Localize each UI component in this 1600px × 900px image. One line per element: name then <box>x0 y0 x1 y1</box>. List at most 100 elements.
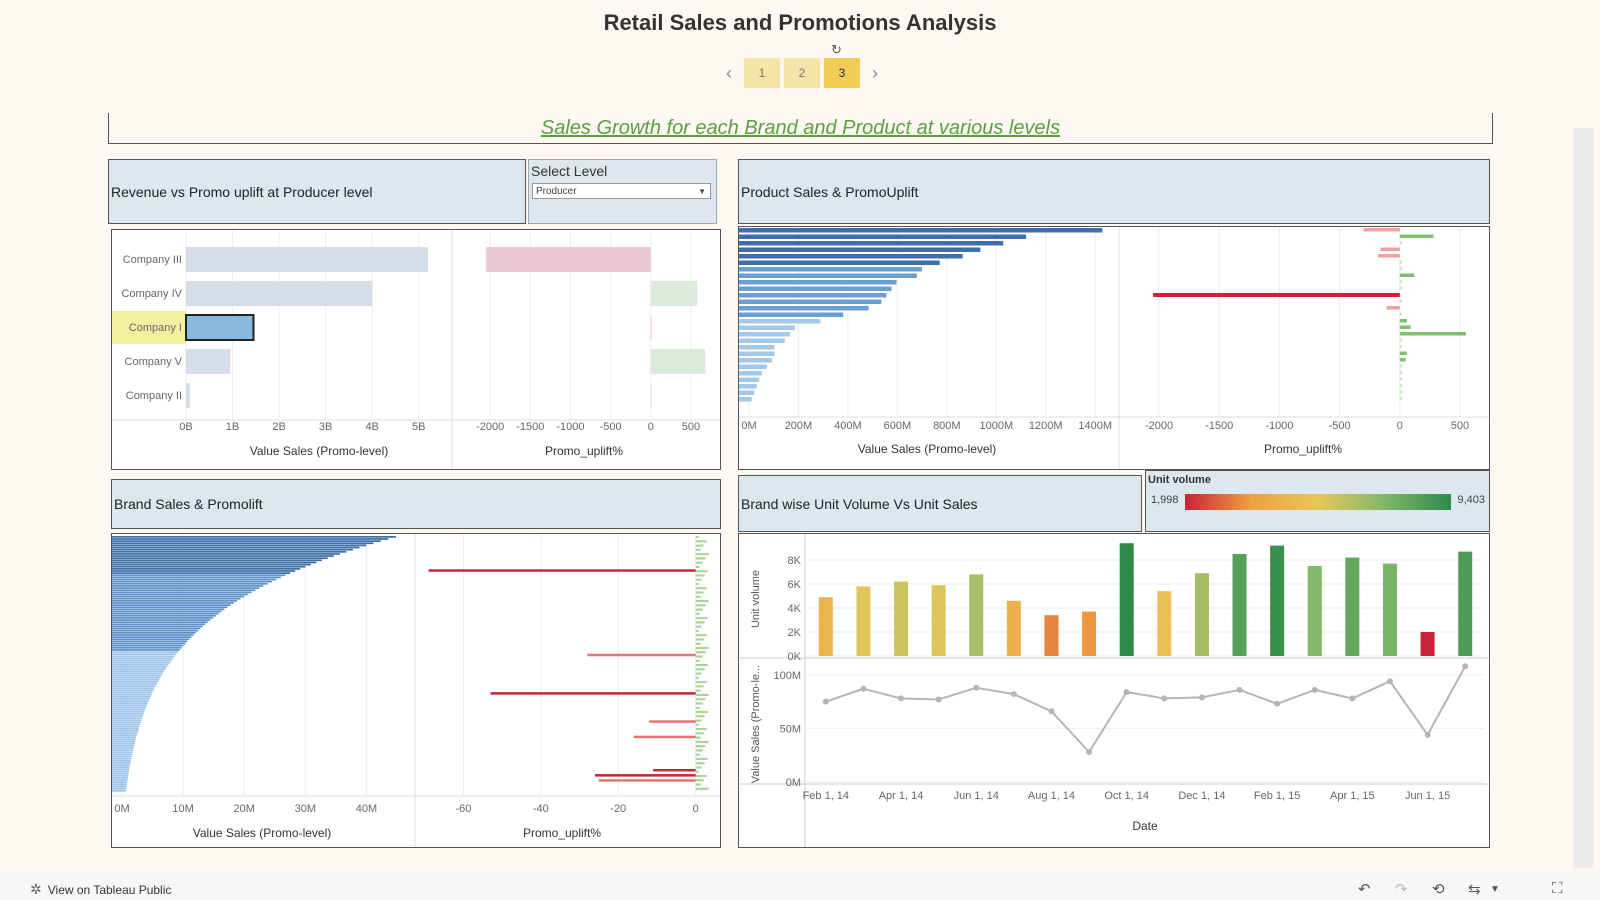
brand-uplift-bar <box>695 646 709 650</box>
prev-page-icon[interactable]: ‹ <box>718 63 740 84</box>
brand-sales-bar <box>112 749 134 752</box>
date-tick: Feb 1, 14 <box>803 790 849 802</box>
brand-sales-bar <box>112 604 231 606</box>
sales-axis-tick: 1B <box>226 421 239 433</box>
brand-uplift-bar <box>695 612 700 615</box>
brand-sales-bar <box>112 666 167 668</box>
revert-icon[interactable]: ⟲ <box>1432 880 1445 898</box>
product-sales-bar <box>739 286 892 291</box>
brand-sales-bar <box>112 578 277 581</box>
undo-icon[interactable]: ↶ <box>1358 880 1371 898</box>
brand-sales-bar <box>112 704 147 707</box>
product-sales-bar <box>739 241 1004 246</box>
redo-icon[interactable]: ↷ <box>1395 880 1408 898</box>
brand-sales-bar <box>112 725 140 728</box>
brand-sales-bar <box>112 674 162 677</box>
tableau-link[interactable]: ✲ View on Tableau Public <box>30 881 171 898</box>
header-product: Product Sales & PromoUplift <box>738 159 1490 224</box>
brand-sales-bar <box>112 762 131 764</box>
brand-sales-bar <box>112 693 152 696</box>
brand-uplift-bar <box>695 587 707 590</box>
brand-sales-bar <box>112 700 149 702</box>
level-dropdown[interactable]: Producer ▼ <box>532 183 711 199</box>
brand-sales-bar <box>112 676 161 679</box>
value-sales-point <box>898 695 905 702</box>
dashboard-subtitle[interactable]: Sales Growth for each Brand and Product … <box>541 117 1060 139</box>
brand-sales-bar <box>112 621 208 624</box>
brand-sales-bar <box>112 557 328 560</box>
category-label: Company II <box>126 390 182 402</box>
uplift-axis-tick: -500 <box>1329 420 1351 432</box>
brand-uplift-bar <box>695 634 707 637</box>
brand-uplift-bar <box>695 642 701 645</box>
value-sales-point <box>1010 691 1017 698</box>
product-sales-bar <box>739 377 760 382</box>
brand-sales-bar <box>112 614 216 617</box>
vertical-scrollbar[interactable] <box>1573 128 1593 868</box>
next-page-icon[interactable]: › <box>864 63 886 84</box>
brand-uplift-bar <box>695 728 707 731</box>
product-uplift-bar <box>1399 273 1415 277</box>
brand-uplift-bar <box>695 693 709 696</box>
brand-sales-bar <box>112 595 245 598</box>
brand-sales-bar <box>112 602 234 604</box>
brand-uplift-bar <box>695 638 704 641</box>
brand-sales-bar <box>112 655 175 658</box>
value-sales-point <box>1123 689 1130 695</box>
page-button-2[interactable]: 2 <box>784 58 820 88</box>
share-icon[interactable]: ⇆ <box>1468 880 1481 898</box>
product-sales-bar <box>739 267 922 272</box>
uplift-axis-tick: -1000 <box>1265 420 1293 432</box>
date-tick: Aug 1, 14 <box>1028 790 1075 802</box>
reset-icon[interactable]: ↻ <box>831 42 842 58</box>
brand-uplift-bar <box>649 720 696 723</box>
sales-axis-tick: 600M <box>884 420 912 432</box>
legend-gradient <box>1185 494 1451 510</box>
brand-panel: 0M 10M 20M 30M 40M -60 -40 -20 0 Value Sales (Pro… <box>111 533 721 848</box>
uplift-bar <box>650 281 698 306</box>
brand-sales-bar <box>112 642 186 645</box>
uplift-axis-title: Promo_uplift% <box>545 444 623 458</box>
brand-sales-bar <box>112 672 163 675</box>
brand-uplift-bar <box>695 595 701 598</box>
page-button-1[interactable]: 1 <box>744 58 780 88</box>
page-button-3[interactable]: 3 <box>824 58 860 88</box>
product-uplift-bar <box>1399 286 1402 290</box>
date-tick: Jun 1, 15 <box>1405 790 1450 802</box>
brand-sales-bar <box>112 661 170 664</box>
share-dropdown-icon[interactable]: ▼ <box>1490 884 1500 895</box>
brand-sales-bar <box>112 678 160 681</box>
uplift-axis-tick: 0 <box>693 803 699 815</box>
product-sales-bar <box>739 345 775 350</box>
brand-sales-bar <box>112 634 194 636</box>
product-sales-bar <box>739 332 790 337</box>
product-uplift-bar <box>1399 364 1402 368</box>
sales-axis-tick: 0M <box>114 803 129 815</box>
brand-sales-bar <box>112 708 146 711</box>
product-uplift-bar <box>1399 319 1407 323</box>
uplift-axis-tick: -1000 <box>556 421 584 433</box>
volume-tick: 2K <box>788 627 802 639</box>
brand-sales-bar <box>112 742 135 745</box>
product-sales-bar <box>739 384 757 389</box>
brand-sales-bar <box>112 670 165 673</box>
volume-bar <box>1307 566 1322 656</box>
uplift-axis-title: Promo_uplift% <box>1264 442 1342 456</box>
product-uplift-bar <box>1363 228 1400 232</box>
volume-tick: 6K <box>788 579 802 591</box>
brand-uplift-bar <box>695 625 702 628</box>
brand-sales-bar <box>112 685 156 688</box>
brand-sales-bar <box>112 740 136 743</box>
sales-axis-tick: 0B <box>179 421 192 433</box>
sales-axis-tick: 1000M <box>979 420 1013 432</box>
product-sales-bar <box>739 293 887 298</box>
brand-sales-bar <box>112 649 180 651</box>
brand-uplift-bar <box>695 757 708 760</box>
value-sales-point <box>1161 695 1168 702</box>
brand-sales-bar <box>112 632 196 634</box>
brand-sales-bar <box>112 638 190 641</box>
brand-uplift-bar <box>695 736 701 739</box>
product-uplift-bar <box>1399 338 1402 342</box>
fullscreen-icon[interactable]: ⛶ <box>1552 880 1563 897</box>
brand-sales-bar <box>112 570 296 572</box>
